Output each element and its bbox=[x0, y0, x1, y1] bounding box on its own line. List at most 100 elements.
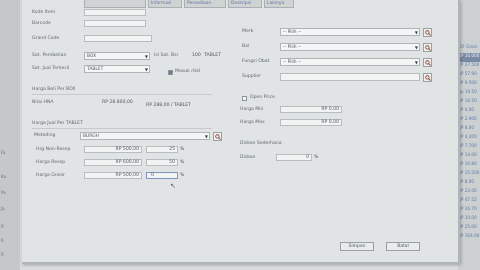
harga-row-label: Hrg Non-Resep bbox=[36, 147, 71, 152]
harga-max-label: Harga Max bbox=[240, 120, 265, 125]
batal-button[interactable]: Batal bbox=[386, 242, 420, 251]
bg-list-cell: RP 23.00 bbox=[458, 188, 477, 193]
sat-pembelian-select[interactable]: BOX ▼ bbox=[84, 52, 150, 60]
chevron-down-icon: ▼ bbox=[144, 67, 148, 72]
bal-label: Bal bbox=[242, 44, 250, 49]
bal-select[interactable]: -- Pilih -- ▼ bbox=[280, 43, 420, 51]
background-left-window: Fa Ka Pa Ja R R R bbox=[0, 0, 20, 270]
harga-resep-field[interactable]: RP 600,00 bbox=[84, 159, 142, 166]
merk-search-button[interactable] bbox=[423, 28, 432, 37]
bg-list-cell: IDF Grosi bbox=[458, 44, 477, 49]
fungsi-obat-select[interactable]: -- Pilih -- ▼ bbox=[280, 58, 420, 66]
bg-list-cell: Rp 10.50 bbox=[458, 89, 477, 94]
background-price-list: IDF Grosi RP 10.000 RP 27.500 RP 57.90 R… bbox=[458, 0, 480, 270]
bg-list-cell: RP 16.70 bbox=[458, 206, 477, 211]
markup-field[interactable]: 25 bbox=[146, 146, 178, 153]
diskon-label: Diskon bbox=[240, 155, 256, 160]
harga-row-value: RP 600,00 bbox=[115, 160, 140, 165]
bg-list-cell: RP 16.50 bbox=[458, 98, 477, 103]
bg-list-cell: RP 14.00 bbox=[458, 152, 477, 157]
sat-pembelian-label: Sat. Pembelian bbox=[32, 53, 67, 58]
simpan-button[interactable]: Simpan bbox=[340, 242, 374, 251]
tab-persediaan[interactable]: Persediaan bbox=[184, 0, 226, 8]
harga-max-field[interactable]: RP 0,00 bbox=[280, 119, 342, 126]
supplier-search-button[interactable] bbox=[423, 73, 432, 82]
harga-non-resep-field[interactable]: RP 500,00 bbox=[84, 146, 142, 153]
bg-list-cell: RP 27.500 bbox=[458, 62, 480, 67]
tab-lainnya[interactable]: Lainnya bbox=[264, 0, 294, 8]
tab-deskripsi[interactable]: Deskripsi bbox=[228, 0, 262, 8]
merk-label: Merk bbox=[242, 29, 254, 34]
barcode-label: Barcode bbox=[32, 21, 51, 26]
grand-code-field[interactable] bbox=[84, 35, 152, 42]
search-icon bbox=[215, 134, 221, 140]
markup-field[interactable]: 50 bbox=[146, 159, 178, 166]
bal-value: -- Pilih -- bbox=[283, 45, 302, 50]
harga-min-field[interactable]: RP 0,00 bbox=[280, 106, 342, 113]
bg-list-cell: RP 57.90 bbox=[458, 71, 477, 76]
bg-list-cell: RP 25.00 bbox=[458, 224, 477, 229]
markup-field-active[interactable]: 0 bbox=[146, 172, 178, 179]
bg-left-text: Pa bbox=[1, 190, 6, 195]
open-price-label: Open Price bbox=[250, 95, 275, 100]
search-icon bbox=[425, 60, 431, 66]
pct-sign: % bbox=[180, 160, 185, 165]
harga-min-label: Harga Min bbox=[240, 107, 264, 112]
bg-list-cell: RP 47.52 bbox=[458, 197, 477, 202]
bg-list-cell: RP 7.700 bbox=[458, 143, 477, 148]
chevron-down-icon: ▼ bbox=[144, 54, 148, 59]
markup-pct: 25 bbox=[169, 147, 175, 152]
harga-grosir-field[interactable]: RP 500,00 bbox=[84, 172, 142, 179]
bg-list-cell: RP 15.500 bbox=[458, 170, 480, 175]
markup-pct: 50 bbox=[169, 160, 175, 165]
tab-general[interactable] bbox=[84, 0, 146, 8]
chevron-down-icon: ▼ bbox=[204, 134, 208, 139]
harga-row-value: RP 500,00 bbox=[115, 147, 140, 152]
bg-left-text: Ja bbox=[1, 206, 5, 211]
harga-row-value: RP 500,00 bbox=[115, 173, 140, 178]
harga-per-unit: RP 288,00 / TABLET bbox=[146, 103, 191, 108]
bg-list-cell: RP 10.000 bbox=[458, 53, 480, 62]
sat-jual-select[interactable]: TABLET ▼ bbox=[84, 65, 150, 73]
divider bbox=[32, 94, 212, 95]
open-price-checkbox[interactable] bbox=[242, 96, 247, 101]
diskon-section-title: Diskon Sederhana bbox=[240, 141, 282, 146]
pct-sign: % bbox=[180, 147, 185, 152]
sat-pembelian-value: BOX bbox=[87, 54, 97, 59]
divider bbox=[32, 128, 212, 129]
bg-list-cell: RP 4.200 bbox=[458, 134, 477, 139]
bal-search-button[interactable] bbox=[423, 43, 432, 52]
markup-pct: 0 bbox=[151, 173, 154, 178]
diskon-field[interactable]: 0 bbox=[276, 154, 312, 161]
harga-row-label: Harga Grosir bbox=[36, 173, 65, 178]
metode-label: Metoding bbox=[34, 133, 56, 138]
bg-list-cell: RP 9.500 bbox=[458, 80, 477, 85]
masuk-ritel-checkbox[interactable] bbox=[168, 70, 173, 75]
bg-left-text: Ka bbox=[1, 174, 7, 179]
search-icon bbox=[425, 30, 431, 36]
bg-list-cell: RP 10.80 bbox=[458, 161, 477, 166]
bg-left-text: R bbox=[1, 224, 4, 229]
masuk-ritel-label: Masuk ritel bbox=[175, 69, 201, 74]
fungsi-obat-search-button[interactable] bbox=[423, 58, 432, 67]
barcode-field[interactable] bbox=[84, 20, 146, 27]
bg-list-cell: RP 164.00 bbox=[458, 233, 480, 238]
bg-list-cell: RP 2.900 bbox=[458, 116, 477, 121]
bg-left-text: R bbox=[1, 238, 4, 243]
item-edit-dialog: Informasi Persediaan Deskripsi Lainnya K… bbox=[22, 0, 460, 264]
metode-select[interactable]: BURGH ▼ bbox=[80, 132, 210, 140]
merk-select[interactable]: -- Pilih -- ▼ bbox=[280, 28, 420, 36]
supplier-field[interactable] bbox=[280, 73, 420, 81]
bg-list-cell: RP 10.00 bbox=[458, 215, 477, 220]
kode-item-field[interactable] bbox=[84, 9, 146, 16]
chevron-down-icon: ▼ bbox=[414, 30, 418, 35]
isi-sat-value: 100 bbox=[192, 53, 201, 58]
kode-item-label: Kode Item bbox=[32, 10, 56, 15]
metode-search-button[interactable] bbox=[213, 132, 222, 141]
pct-sign: % bbox=[314, 155, 319, 160]
grand-code-label: Grand Code bbox=[32, 36, 60, 41]
isi-sat-label: Isi Sat. Bsr bbox=[154, 53, 179, 58]
harga-row-label: Harga Resep bbox=[36, 160, 66, 165]
tab-informasi[interactable]: Informasi bbox=[148, 0, 182, 8]
fungsi-obat-label: Fungsi Obat bbox=[242, 59, 270, 64]
